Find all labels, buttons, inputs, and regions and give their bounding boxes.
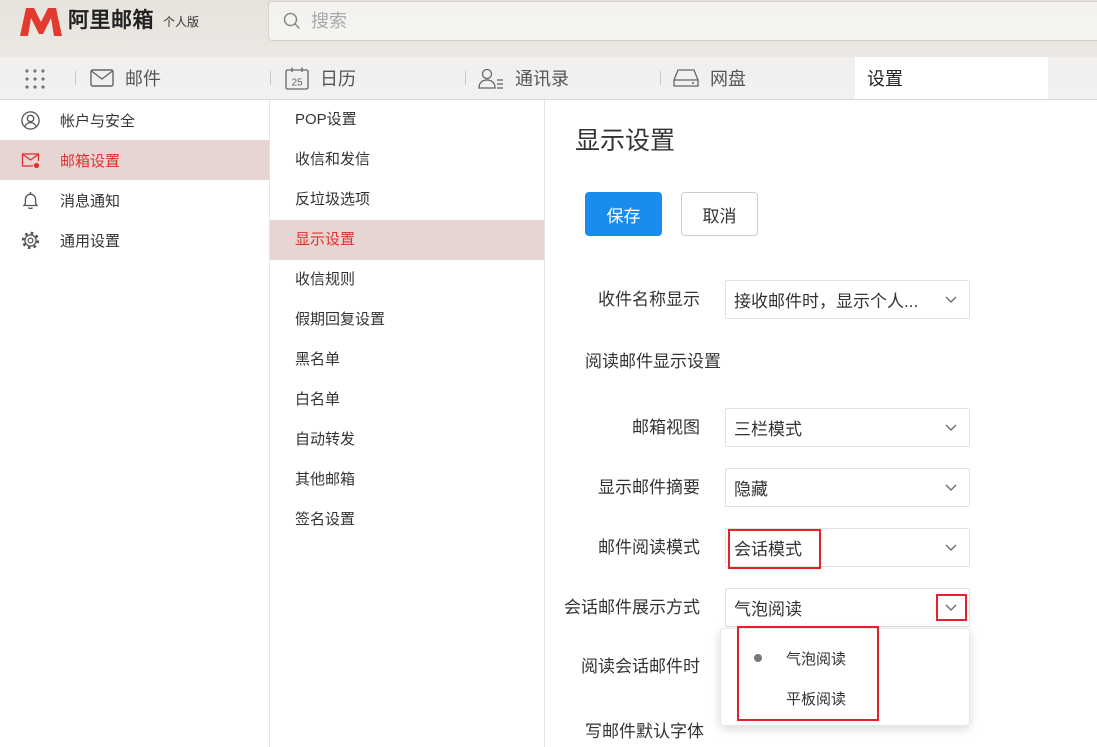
display-settings-panel: 显示设置 保存 取消 收件名称显示 接收邮件时，显示个人... 阅读邮件显示设置… — [545, 100, 1097, 747]
submenu-item-whitelist[interactable]: 白名单 — [270, 380, 544, 420]
brand-logo-icon[interactable] — [20, 8, 62, 36]
tab-drive[interactable]: 网盘 — [660, 57, 855, 99]
chevron-down-icon[interactable] — [944, 293, 958, 307]
tab-label: 通讯录 — [515, 69, 569, 89]
drive-icon — [673, 68, 699, 88]
mail-settings-icon — [21, 151, 40, 170]
submenu-item-rules[interactable]: 收信规则 — [270, 260, 544, 300]
sidebar-item-label: 通用设置 — [60, 232, 121, 250]
submenu-item-blacklist[interactable]: 黑名单 — [270, 340, 544, 380]
tab-calendar[interactable]: 25 日历 — [270, 57, 465, 99]
search-input[interactable] — [311, 2, 1071, 40]
bell-icon — [21, 191, 40, 210]
submenu-item-auto-forward[interactable]: 自动转发 — [270, 420, 544, 460]
mail-icon — [90, 69, 114, 87]
select-value: 气泡阅读 — [734, 600, 802, 619]
reading-mode-label: 邮件阅读模式 — [598, 538, 700, 557]
submenu-item-other-mailboxes[interactable]: 其他邮箱 — [270, 460, 544, 500]
option-label: 平板阅读 — [786, 690, 847, 708]
sidebar-item-label: 消息通知 — [60, 192, 121, 210]
chevron-down-icon[interactable] — [944, 601, 958, 615]
chevron-down-icon[interactable] — [944, 541, 958, 555]
submenu-item-pop[interactable]: POP设置 — [270, 100, 544, 140]
tab-label: 邮件 — [125, 69, 161, 89]
tab-label: 网盘 — [710, 69, 746, 89]
tab-label: 日历 — [320, 69, 356, 89]
tab-separator — [660, 71, 661, 85]
tab-settings[interactable]: 设置 — [855, 57, 1048, 99]
sidebar-item-account-security[interactable]: 帐户与安全 — [0, 100, 269, 140]
select-value: 隐藏 — [734, 480, 768, 499]
select-value: 接收邮件时，显示个人... — [734, 292, 919, 311]
recipient-name-select[interactable]: 接收邮件时，显示个人... — [725, 280, 970, 319]
selected-dot-icon — [754, 654, 762, 662]
dropdown-option[interactable]: 平板阅读 — [721, 678, 969, 718]
sidebar-item-label: 帐户与安全 — [60, 112, 136, 130]
tab-separator — [270, 71, 271, 85]
contacts-icon — [478, 68, 504, 89]
select-value: 三栏模式 — [734, 420, 802, 439]
gear-icon — [21, 231, 40, 250]
main-nav: 邮件 25 日历 通讯录 网盘 设置 — [0, 57, 1097, 99]
default-font-label: 写邮件默认字体 — [585, 722, 704, 741]
user-icon — [21, 110, 40, 130]
dropdown-option[interactable]: 气泡阅读 — [721, 638, 969, 678]
submenu-item-antispam[interactable]: 反垃圾选项 — [270, 180, 544, 220]
brand-name: 阿里邮箱 — [68, 9, 154, 32]
sidebar-item-general-settings[interactable]: 通用设置 — [0, 220, 269, 260]
mailbox-view-label: 邮箱视图 — [632, 418, 700, 437]
conversation-display-label: 会话邮件展示方式 — [564, 598, 700, 617]
show-summary-label: 显示邮件摘要 — [598, 478, 700, 497]
apps-grid-icon[interactable] — [25, 69, 45, 89]
sidebar-item-mailbox-settings[interactable]: 邮箱设置 — [0, 140, 269, 180]
search-box[interactable] — [268, 1, 1097, 41]
sidebar-item-label: 邮箱设置 — [60, 152, 121, 170]
save-button[interactable]: 保存 — [585, 192, 662, 236]
submenu-item-vacation-reply[interactable]: 假期回复设置 — [270, 300, 544, 340]
cancel-button[interactable]: 取消 — [681, 192, 758, 236]
conversation-reading-label: 阅读会话邮件时 — [581, 657, 700, 676]
selected-dot-icon — [754, 694, 762, 702]
select-value: 会话模式 — [734, 540, 802, 559]
page-title: 显示设置 — [575, 127, 676, 155]
tab-separator — [75, 71, 76, 85]
submenu-item-signature[interactable]: 签名设置 — [270, 500, 544, 540]
brand-edition: 个人版 — [163, 15, 200, 29]
tab-mail[interactable]: 邮件 — [75, 57, 270, 99]
reading-section-title: 阅读邮件显示设置 — [585, 352, 721, 371]
mailbox-settings-menu: POP设置 收信和发信 反垃圾选项 显示设置 收信规则 假期回复设置 黑名单 白… — [270, 100, 545, 747]
settings-sidebar: 帐户与安全 邮箱设置 消息通知 通用设置 — [0, 100, 270, 747]
calendar-day-number: 25 — [291, 77, 303, 88]
top-header: 阿里邮箱 个人版 邮件 — [0, 0, 1097, 100]
conversation-display-dropdown: 气泡阅读 平板阅读 — [720, 628, 970, 726]
search-icon[interactable] — [283, 12, 301, 30]
show-summary-select[interactable]: 隐藏 — [725, 468, 970, 507]
recipient-name-label: 收件名称显示 — [598, 290, 700, 309]
tab-separator — [465, 71, 466, 85]
option-label: 气泡阅读 — [786, 650, 847, 668]
chevron-down-icon[interactable] — [944, 421, 958, 435]
calendar-icon: 25 — [285, 67, 309, 90]
submenu-item-display[interactable]: 显示设置 — [270, 220, 544, 260]
tab-contacts[interactable]: 通讯录 — [465, 57, 660, 99]
tab-label: 设置 — [867, 69, 903, 89]
conversation-display-select[interactable]: 气泡阅读 — [725, 588, 970, 627]
sidebar-item-notifications[interactable]: 消息通知 — [0, 180, 269, 220]
submenu-item-send-receive[interactable]: 收信和发信 — [270, 140, 544, 180]
mailbox-view-select[interactable]: 三栏模式 — [725, 408, 970, 447]
reading-mode-select[interactable]: 会话模式 — [725, 528, 970, 567]
chevron-down-icon[interactable] — [944, 481, 958, 495]
